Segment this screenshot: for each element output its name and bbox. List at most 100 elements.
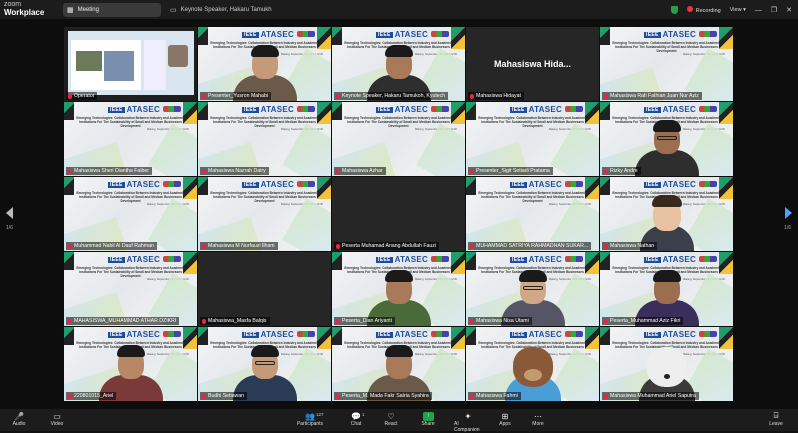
participant-tile[interactable]: IEEE ATASEC Emerging Technologies: Collabo… — [198, 102, 331, 176]
screen-share-thumbnail — [68, 31, 194, 95]
virtual-background: IEEE ATASEC Emerging Technologies: Collabo… — [198, 177, 331, 251]
next-page-arrow-icon[interactable] — [785, 207, 792, 219]
share-button[interactable]: ↑ Share — [414, 411, 442, 427]
control-label: Participants — [296, 421, 324, 427]
leave-button[interactable]: ⍈ Leave — [762, 411, 790, 427]
virtual-background: IEEE ATASEC Emerging Technologies: Collabo… — [64, 252, 197, 326]
participant-tile[interactable]: IEEE ATASEC Emerging Technologies: Collabo… — [600, 27, 733, 101]
tab-keynote-speaker[interactable]: ▭ Keynote Speaker, Hakaru Tamukh — [166, 3, 326, 17]
participant-tile[interactable]: IEEE ATASEC Emerging Technologies: Collabo… — [332, 252, 465, 326]
participant-tile[interactable]: IEEE ATASEC Emerging Technologies: Collabo… — [466, 252, 599, 326]
chat-icon: 💬 — [351, 411, 361, 421]
more-button[interactable]: ⋯ More — [524, 411, 552, 428]
avatar-video — [600, 177, 733, 251]
participant-name: Mahasiswa Fahmi — [476, 393, 518, 399]
participant-name-label: Muhammad Nabil Al Dauf Rahman — [66, 242, 157, 250]
mic-muted-icon — [470, 168, 474, 174]
participant-tile[interactable]: IEEE ATASEC Emerging Technologies: Collabo… — [466, 177, 599, 251]
participant-tile[interactable]: IEEE ATASEC Emerging Technologies: Collabo… — [466, 327, 599, 401]
participants-icon: 👥 — [305, 411, 315, 421]
control-label: Video — [50, 421, 64, 427]
participant-name: Mahasiswa_Masfa Balqis — [208, 318, 267, 324]
mic-muted-icon — [336, 318, 340, 324]
participant-tile[interactable]: Peserta Muhamad Anang Abdullah Fauzi — [332, 177, 465, 251]
chat-button[interactable]: 💬 Chat — [342, 411, 370, 428]
participant-tile[interactable]: IEEE ATASEC Emerging Technologies: Collabo… — [600, 102, 733, 176]
ai-companion-button[interactable]: ✦ AI Companion — [454, 411, 482, 433]
mic-muted-icon — [470, 93, 474, 99]
mic-muted-icon — [470, 318, 474, 324]
control-label: Audio — [12, 421, 26, 427]
recording-dot-icon — [686, 6, 693, 12]
mic-muted-icon — [68, 93, 72, 99]
control-label: More — [532, 421, 544, 427]
tab-meeting[interactable]: ▦ Meeting — [63, 3, 161, 17]
mic-muted-icon — [202, 243, 206, 249]
participant-tile[interactable]: IEEE ATASEC Emerging Technologies: Collabo… — [332, 27, 465, 101]
participant-name: Mahasiswa Azhar — [342, 168, 383, 174]
audio-button[interactable]: 🎤 Audio — [5, 411, 33, 428]
mic-muted-icon — [604, 168, 608, 174]
participant-name-label: Mahasiswa Azhar — [334, 167, 386, 175]
participant-tile[interactable]: IEEE ATASEC Emerging Technologies: Collabo… — [466, 102, 599, 176]
participant-tile[interactable]: IEEE ATASEC Emerging Technologies: Collabo… — [64, 177, 197, 251]
participant-tile[interactable]: IEEE ATASEC Emerging Technologies: Collabo… — [600, 252, 733, 326]
view-button[interactable]: View ▾ — [730, 7, 746, 13]
participant-name: Mahasiswa Nazrah Dairy — [208, 168, 266, 174]
participant-name-label: Operator — [66, 92, 98, 100]
minimize-icon[interactable]: — — [755, 7, 762, 14]
participant-tile[interactable]: IEEE ATASEC Emerging Technologies: Collabo… — [332, 327, 465, 401]
participant-name-label: Mahasiswa Rafi Fathian Juan Nur Aziz — [602, 92, 702, 100]
participant-tile[interactable]: IEEE ATASEC Emerging Technologies: Collabo… — [198, 27, 331, 101]
control-label: Leave — [769, 421, 783, 427]
recording-indicator[interactable]: Recording — [686, 6, 721, 14]
participant-name-label: Mahasiswa Fahmi — [468, 392, 521, 400]
more-icon: ⋯ — [534, 411, 542, 421]
participant-tile[interactable]: IEEE ATASEC Emerging Technologies: Collabo… — [600, 327, 733, 401]
participant-tile[interactable]: Mahasiswa_Masfa Balqis — [198, 252, 331, 326]
mic-muted-icon — [470, 393, 474, 399]
polar-bear-avatar-video — [600, 327, 733, 401]
previous-page-arrow-icon[interactable] — [6, 207, 13, 219]
participant-name-label: Peserta_Dian Ariyanti — [334, 317, 395, 325]
virtual-background: IEEE ATASEC Emerging Technologies: Collabo… — [600, 27, 733, 101]
meeting-controls-bar: 🎤 Audio ▭ Video 👥 Participants 127 💬 Chat 1 ♡ React… — [0, 409, 798, 433]
mic-muted-icon — [68, 168, 72, 174]
participant-tile[interactable]: IEEE ATASEC Emerging Technologies: Collabo… — [198, 327, 331, 401]
mic-muted-icon — [68, 243, 72, 249]
participant-tile[interactable]: IEEE ATASEC Emerging Technologies: Collabo… — [332, 102, 465, 176]
participant-name: Mahasiswa M Nurfauzi Ilham — [208, 243, 275, 249]
close-icon[interactable]: ✕ — [786, 6, 792, 14]
virtual-background: IEEE ATASEC Emerging Technologies: Collabo… — [64, 102, 197, 176]
security-shield-icon[interactable] — [670, 6, 678, 14]
react-button[interactable]: ♡ React — [377, 411, 405, 428]
mic-muted-icon — [68, 318, 72, 324]
participant-tile[interactable]: IEEE ATASEC Emerging Technologies: Collabo… — [600, 177, 733, 251]
mic-muted-icon — [604, 318, 608, 324]
mic-muted-icon — [202, 393, 206, 399]
participant-tile[interactable]: IEEE ATASEC Emerging Technologies: Collabo… — [198, 177, 331, 251]
participant-tile[interactable]: IEEE ATASEC Emerging Technologies: Collabo… — [64, 102, 197, 176]
participant-name-label: Mahasiswa Nazrah Dairy — [200, 167, 269, 175]
participant-name-label: Mahasiswa M Nurfauzi Ilham — [200, 242, 278, 250]
video-button[interactable]: ▭ Video — [43, 411, 71, 428]
participant-name-label: Mahasiswa Sheri Diantha Faiber — [66, 167, 152, 175]
apps-button[interactable]: ⊞ Apps — [491, 411, 519, 428]
maximize-icon[interactable]: ❐ — [771, 6, 777, 14]
participant-name-label: Budhi Setiawan — [200, 392, 248, 400]
participant-name: MAHASISWA_MUHAMMAD ATHAR DZIKRI — [74, 318, 177, 324]
participant-video — [600, 252, 733, 326]
participant-video — [332, 327, 465, 401]
participant-video — [600, 102, 733, 176]
participant-name-label: Mahasiswa Nisa Utami — [468, 317, 532, 325]
ai-companion-icon: ✦ — [464, 411, 472, 421]
participant-tile[interactable]: Mahasiswa Hida... Mahasiswa Hidayat — [466, 27, 599, 101]
mic-muted-icon — [202, 93, 206, 99]
participant-video — [332, 27, 465, 101]
participant-name: Muhammad Nabil Al Dauf Rahman — [74, 243, 154, 249]
participant-tile[interactable]: IEEE ATASEC Emerging Technologies: Collabo… — [64, 327, 197, 401]
participant-name-label: 220801015_Ariel — [66, 392, 117, 400]
participant-tile[interactable]: IEEE ATASEC Emerging Technologies: Collabo… — [64, 252, 197, 326]
participant-tile[interactable]: Operator — [64, 27, 197, 101]
recording-label: Recording — [695, 8, 721, 14]
